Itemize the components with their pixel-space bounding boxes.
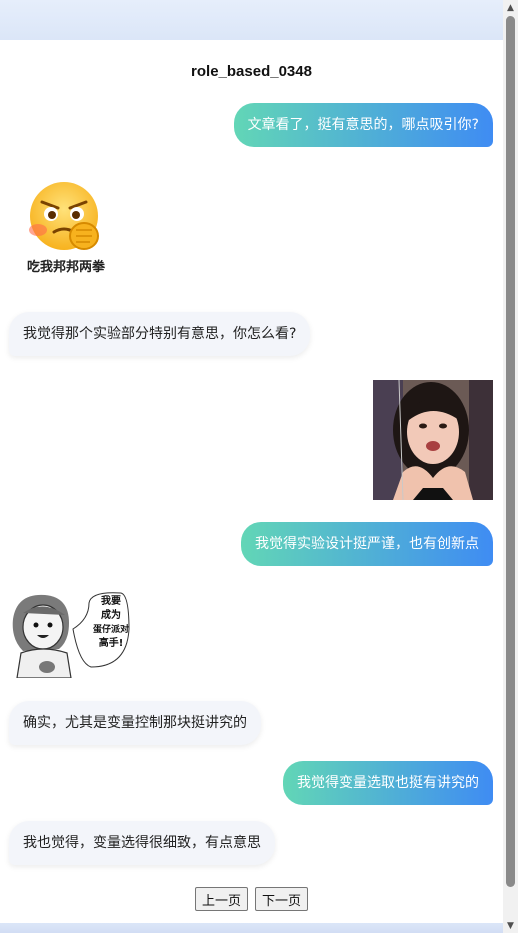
scrollbar-thumb[interactable] bbox=[506, 16, 515, 887]
message-bubble-left: 确实，尤其是变量控制那块挺讲究的 bbox=[9, 701, 261, 745]
comic-caption-line: 成为 bbox=[101, 610, 121, 621]
prev-page-button[interactable]: 上一页 bbox=[194, 887, 248, 911]
comic-caption-line: 蛋仔派对 bbox=[92, 625, 129, 635]
comic-caption-line: 高手! bbox=[98, 638, 124, 649]
sticker-message: 吃我邦邦两拳 bbox=[18, 180, 114, 280]
message-bubble-right: 我觉得变量选取也挺有讲究的 bbox=[283, 761, 493, 805]
angry-face-emoji-icon bbox=[29, 182, 99, 250]
girl-heart-hands-photo-icon bbox=[373, 380, 493, 500]
photo-message bbox=[373, 380, 493, 500]
chat-title: role_based_0348 bbox=[191, 63, 312, 80]
comic-caption-line: 我要 bbox=[101, 596, 121, 607]
bottom-footer-band bbox=[0, 923, 503, 933]
top-header-band bbox=[0, 0, 503, 40]
sticker-caption: 吃我邦邦两拳 bbox=[26, 260, 105, 275]
message-bubble-left: 我也觉得，变量选得很细致，有点意思 bbox=[9, 821, 275, 865]
scroll-up-arrow-icon[interactable]: ▲ bbox=[503, 0, 518, 15]
scroll-down-arrow-icon[interactable]: ▼ bbox=[503, 918, 518, 933]
pagination: 上一页 下一页 bbox=[0, 887, 503, 911]
sticker-message: 我要 成为 蛋仔派对 高手! bbox=[9, 589, 131, 679]
message-bubble-right: 文章看了，挺有意思的，哪点吸引你? bbox=[233, 103, 493, 147]
next-page-button[interactable]: 下一页 bbox=[255, 887, 309, 911]
message-bubble-left: 我觉得那个实验部分特别有意思，你怎么看? bbox=[9, 312, 311, 356]
comic-caption: 我要 成为 蛋仔派对 高手! bbox=[91, 595, 131, 651]
message-bubble-right: 我觉得实验设计挺严谨，也有创新点 bbox=[241, 522, 493, 566]
vertical-scrollbar[interactable]: ▲ ▼ bbox=[503, 0, 518, 933]
